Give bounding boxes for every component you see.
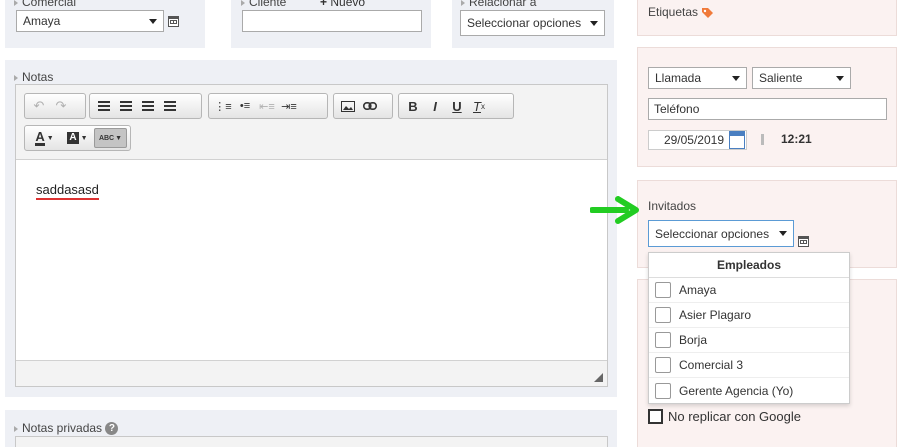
link-button[interactable]	[359, 96, 381, 116]
chevron-down-icon: ▼	[80, 134, 88, 142]
call-channel-input[interactable]: Teléfono	[648, 98, 887, 120]
list-group: ⋮≡ •≡ ⇤≡ ⇥≡	[208, 93, 328, 119]
etiquetas-label: Etiquetas	[648, 5, 714, 19]
bold-button[interactable]: B	[402, 96, 424, 116]
nuevo-cliente-link[interactable]: + Nuevo	[320, 0, 365, 9]
text-style-group: B I U Tx	[398, 93, 514, 119]
image-icon	[341, 100, 355, 112]
align-right-icon	[142, 101, 154, 111]
chevron-down-icon	[149, 18, 157, 24]
chevron-down-icon: ▼	[46, 134, 54, 142]
tag-icon	[702, 7, 714, 18]
comercial-label: Comercial	[14, 0, 76, 9]
notas-label: Notas	[14, 70, 53, 84]
comercial-select[interactable]: Amaya	[16, 10, 164, 32]
align-center-icon	[120, 101, 132, 111]
calendar-icon[interactable]	[798, 236, 809, 247]
italic-button[interactable]: I	[424, 96, 446, 116]
align-justify-button[interactable]	[159, 96, 181, 116]
dropdown-option[interactable]: Asier Plagaro	[649, 303, 849, 328]
outdent-button[interactable]: ⇤≡	[256, 96, 278, 116]
align-center-button[interactable]	[115, 96, 137, 116]
chevron-down-icon	[779, 231, 787, 236]
date-picker-icon-header	[730, 132, 744, 136]
chevron-down-icon: ▼	[115, 134, 123, 142]
bg-color-icon: A	[67, 132, 79, 144]
dropdown-group-header: Empleados	[649, 253, 849, 278]
plus-icon: +	[320, 0, 328, 9]
checkbox[interactable]	[655, 382, 671, 399]
editor-statusbar	[16, 360, 607, 386]
spellcheck-icon: ABC	[98, 134, 115, 142]
cliente-input[interactable]	[242, 10, 422, 32]
outdent-icon: ⇤≡	[259, 100, 275, 113]
text-color-button[interactable]: A ▼	[28, 128, 61, 148]
checkbox[interactable]	[655, 282, 671, 298]
text-color-icon: A	[35, 128, 45, 146]
invitados-dropdown: Empleados Amaya Asier Plagaro Borja Come…	[648, 252, 850, 404]
color-group: A ▼ A ▼ ABC ▼	[24, 125, 131, 151]
dropdown-option[interactable]: Amaya	[649, 278, 849, 303]
align-justify-icon	[164, 101, 176, 111]
time-separator	[761, 134, 764, 145]
undo-button[interactable]: ↶	[28, 96, 50, 116]
alignment-group	[89, 93, 202, 119]
dropdown-option[interactable]: Comercial 3	[649, 353, 849, 378]
arrow-icon	[590, 196, 639, 224]
no-replicar-checkbox[interactable]	[648, 409, 663, 424]
invitados-label: Invitados	[648, 199, 697, 213]
notas-editor: ↶ ↷ ⋮≡ •≡ ⇤≡ ⇥≡ B I U T x A ▼ A ▼ ABC ▼ …	[15, 84, 608, 387]
date-picker-icon[interactable]	[729, 131, 745, 149]
numbered-list-button[interactable]: ⋮≡	[212, 96, 234, 116]
checkbox[interactable]	[655, 357, 671, 373]
image-button[interactable]	[337, 96, 359, 116]
bg-color-button[interactable]: A ▼	[61, 128, 94, 148]
call-type-select[interactable]: Llamada	[648, 67, 747, 89]
align-left-button[interactable]	[93, 96, 115, 116]
relacionar-label: Relacionar a	[461, 0, 536, 9]
underline-button[interactable]: U	[446, 96, 468, 116]
numbered-list-icon: ⋮≡	[214, 100, 232, 113]
notas-privadas-toolbar-stub	[15, 436, 608, 447]
align-right-button[interactable]	[137, 96, 159, 116]
cliente-label: Cliente	[241, 0, 286, 9]
link-icon	[363, 102, 377, 110]
align-left-icon	[98, 101, 110, 111]
help-icon[interactable]: ?	[105, 422, 119, 436]
dropdown-option[interactable]: Borja	[649, 328, 849, 353]
no-replicar-label: No replicar con Google	[668, 409, 801, 424]
call-time[interactable]: 12:21	[781, 132, 812, 146]
undo-redo-group: ↶ ↷	[24, 93, 86, 119]
indent-button[interactable]: ⇥≡	[278, 96, 300, 116]
checkbox[interactable]	[655, 332, 671, 348]
calendar-icon[interactable]	[168, 16, 179, 27]
checkbox[interactable]	[655, 307, 671, 323]
relacionar-select[interactable]: Seleccionar opciones	[460, 10, 605, 36]
clear-format-button[interactable]: Tx	[468, 96, 490, 116]
editor-toolbar: ↶ ↷ ⋮≡ •≡ ⇤≡ ⇥≡ B I U T x A ▼ A ▼ ABC ▼	[16, 85, 607, 160]
chevron-down-icon	[590, 20, 598, 26]
notas-privadas-label: Notas privadas ?	[14, 421, 119, 436]
comercial-select-value: Amaya	[23, 14, 61, 28]
indent-icon: ⇥≡	[281, 100, 297, 113]
insert-group	[333, 93, 393, 119]
redo-button[interactable]: ↷	[50, 96, 72, 116]
notas-content[interactable]: saddasasd	[36, 182, 99, 200]
bullet-list-button[interactable]: •≡	[234, 96, 256, 116]
clear-format-icon: T	[473, 98, 481, 114]
dropdown-option[interactable]: Gerente Agencia (Yo)	[649, 378, 849, 403]
bullet-list-icon: •≡	[239, 100, 251, 112]
spellcheck-button[interactable]: ABC ▼	[93, 128, 128, 148]
resize-handle-icon[interactable]	[594, 373, 603, 382]
invitados-select[interactable]: Seleccionar opciones	[648, 220, 794, 247]
call-direction-select[interactable]: Saliente	[752, 67, 851, 89]
no-replicar-option[interactable]: No replicar con Google	[648, 409, 801, 424]
chevron-down-icon	[836, 75, 844, 81]
clear-format-x: x	[480, 101, 485, 111]
chevron-down-icon	[732, 75, 740, 81]
